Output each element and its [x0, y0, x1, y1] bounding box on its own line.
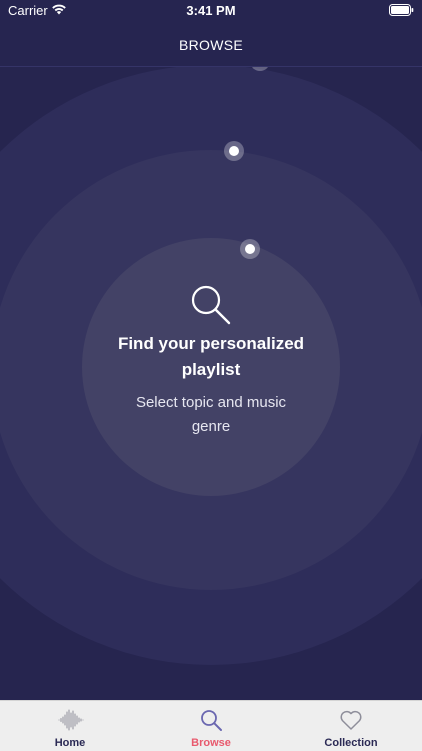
- tab-home[interactable]: Home: [0, 701, 140, 751]
- heart-icon: [340, 710, 362, 730]
- browse-subtitle: Select topic and music genre: [135, 394, 287, 435]
- tab-browse[interactable]: Browse: [141, 701, 281, 751]
- tab-bar: Home Browse Collection: [0, 700, 422, 751]
- status-time: 3:41 PM: [186, 3, 236, 18]
- search-icon: [201, 710, 222, 731]
- tab-collection-label: Collection: [324, 737, 378, 749]
- navigation-bar: BROWSE: [0, 22, 422, 67]
- browse-title: Find your personalized playlist: [117, 334, 305, 379]
- page-title: BROWSE: [178, 37, 244, 53]
- status-bar: Carrier 3:41 PM: [0, 0, 422, 22]
- tab-collection[interactable]: Collection: [281, 701, 421, 751]
- waveform-icon: [58, 709, 84, 731]
- orbit-dot[interactable]: [224, 141, 244, 161]
- search-icon: [191, 285, 231, 325]
- browse-prompt[interactable]: Find your personalized playlist Select t…: [82, 238, 340, 496]
- browse-radar: Find your personalized playlist Select t…: [0, 67, 422, 700]
- tab-home-label: Home: [54, 737, 86, 749]
- tab-browse-label: Browse: [191, 737, 231, 749]
- battery-icon: [389, 4, 414, 16]
